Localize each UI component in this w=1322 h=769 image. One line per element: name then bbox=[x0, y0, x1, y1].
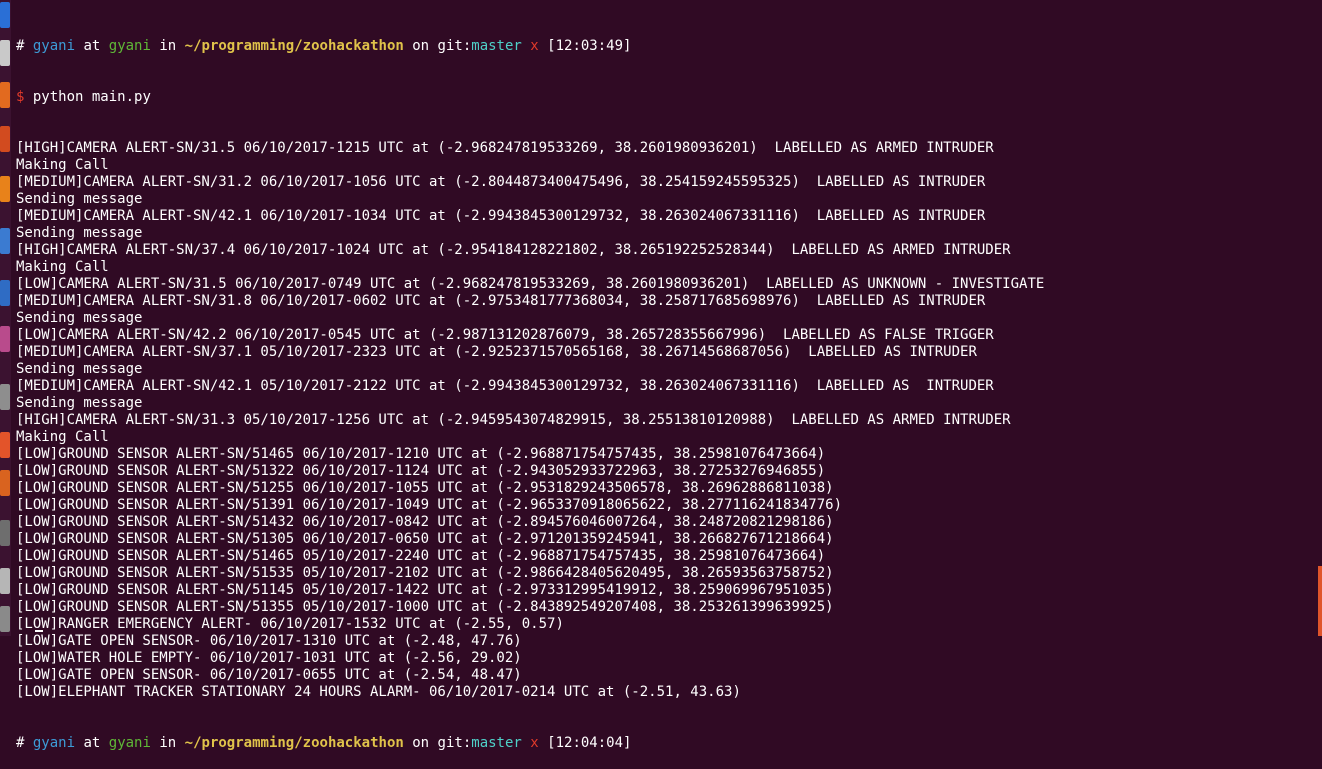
output-line: Sending message bbox=[16, 310, 143, 326]
launcher-app-icon[interactable] bbox=[0, 280, 10, 306]
prompt-time: [12:04:04] bbox=[547, 735, 632, 751]
prompt-user: gyani bbox=[32, 735, 76, 751]
output-line: [LOW]CAMERA ALERT-SN/42.2 06/10/2017-054… bbox=[16, 327, 994, 343]
prompt-time: [12:03:49] bbox=[547, 38, 632, 54]
output-line: [LOW]GROUND SENSOR ALERT-SN/51305 06/10/… bbox=[16, 531, 834, 547]
launcher-app-icon[interactable] bbox=[0, 384, 10, 410]
launcher-app-icon[interactable] bbox=[0, 606, 10, 632]
output-line: [LOW]RANGER EMERGENCY ALERT- 06/10/2017-… bbox=[16, 616, 564, 632]
launcher-app-icon[interactable] bbox=[0, 568, 10, 594]
output-line: [LOW]GROUND SENSOR ALERT-SN/51432 06/10/… bbox=[16, 514, 834, 530]
output-line: [LOW]GATE OPEN SENSOR- 06/10/2017-0655 U… bbox=[16, 667, 522, 683]
prompt-branch: master bbox=[471, 735, 522, 751]
prompt-host: gyani bbox=[108, 735, 151, 751]
launcher-app-icon[interactable] bbox=[0, 520, 10, 546]
output-line: [LOW]GROUND SENSOR ALERT-SN/51465 06/10/… bbox=[16, 446, 826, 462]
prompt-host: gyani bbox=[108, 38, 151, 54]
output-line: [MEDIUM]CAMERA ALERT-SN/31.8 06/10/2017-… bbox=[16, 293, 986, 309]
output-line: [MEDIUM]CAMERA ALERT-SN/42.1 05/10/2017-… bbox=[16, 378, 994, 394]
launcher-app-icon[interactable] bbox=[0, 126, 10, 152]
text-cursor bbox=[35, 630, 43, 632]
launcher-app-icon[interactable] bbox=[0, 40, 10, 66]
prompt-git: git: bbox=[437, 38, 472, 54]
output-line: [HIGH]CAMERA ALERT-SN/31.3 05/10/2017-12… bbox=[16, 412, 1011, 428]
output-line: Sending message bbox=[16, 395, 143, 411]
output-line: [LOW]WATER HOLE EMPTY- 06/10/2017-1031 U… bbox=[16, 650, 522, 666]
prompt-in: in bbox=[159, 38, 177, 54]
output-line: [LOW]GROUND SENSOR ALERT-SN/51322 06/10/… bbox=[16, 463, 826, 479]
output-line: [LOW]GROUND SENSOR ALERT-SN/51535 05/10/… bbox=[16, 565, 834, 581]
shell-prompt-end: # gyani at gyani in ~/programming/zoohac… bbox=[16, 735, 1316, 752]
prompt-dirty-marker: x bbox=[530, 38, 539, 54]
prompt-dirty-marker: x bbox=[530, 735, 539, 751]
prompt-in: in bbox=[159, 735, 177, 751]
prompt-at: at bbox=[83, 38, 101, 54]
launcher-app-icon[interactable] bbox=[0, 2, 10, 28]
command-line: $ python main.py bbox=[16, 89, 1316, 106]
program-output: [HIGH]CAMERA ALERT-SN/31.5 06/10/2017-12… bbox=[16, 140, 1316, 701]
prompt-user: gyani bbox=[32, 38, 76, 54]
output-line: Making Call bbox=[16, 429, 109, 445]
output-line: Making Call bbox=[16, 259, 109, 275]
scrollbar-thumb[interactable] bbox=[1318, 566, 1322, 636]
unity-launcher bbox=[0, 0, 11, 636]
output-line: [LOW]GROUND SENSOR ALERT-SN/51465 05/10/… bbox=[16, 548, 826, 564]
command-text: python main.py bbox=[32, 89, 151, 105]
output-line: Sending message bbox=[16, 225, 143, 241]
prompt-branch: master bbox=[471, 38, 522, 54]
shell-prompt-start: # gyani at gyani in ~/programming/zoohac… bbox=[16, 38, 1316, 55]
launcher-app-icon[interactable] bbox=[0, 470, 10, 496]
output-line: Sending message bbox=[16, 361, 143, 377]
command-dollar: $ bbox=[16, 89, 25, 105]
prompt-at: at bbox=[83, 735, 101, 751]
output-line: [HIGH]CAMERA ALERT-SN/37.4 06/10/2017-10… bbox=[16, 242, 1011, 258]
prompt-path: ~/programming/zoohackathon bbox=[184, 735, 404, 751]
launcher-app-icon[interactable] bbox=[0, 82, 10, 108]
launcher-app-icon[interactable] bbox=[0, 432, 10, 458]
output-line: [MEDIUM]CAMERA ALERT-SN/42.1 06/10/2017-… bbox=[16, 208, 986, 224]
output-line: Sending message bbox=[16, 191, 143, 207]
prompt-hash: # bbox=[16, 38, 25, 54]
output-line: [LOW]GROUND SENSOR ALERT-SN/51145 05/10/… bbox=[16, 582, 834, 598]
prompt-path: ~/programming/zoohackathon bbox=[184, 38, 404, 54]
output-line: [MEDIUM]CAMERA ALERT-SN/31.2 06/10/2017-… bbox=[16, 174, 986, 190]
launcher-app-icon[interactable] bbox=[0, 228, 10, 254]
launcher-app-icon[interactable] bbox=[0, 326, 10, 352]
prompt-on: on bbox=[412, 735, 430, 751]
output-line: [HIGH]CAMERA ALERT-SN/31.5 06/10/2017-12… bbox=[16, 140, 994, 156]
prompt-on: on bbox=[412, 38, 430, 54]
output-line: [LOW]GROUND SENSOR ALERT-SN/51391 06/10/… bbox=[16, 497, 843, 513]
terminal-output[interactable]: # gyani at gyani in ~/programming/zoohac… bbox=[16, 4, 1316, 769]
output-line: [LOW]GROUND SENSOR ALERT-SN/51255 06/10/… bbox=[16, 480, 834, 496]
output-line: [LOW]ELEPHANT TRACKER STATIONARY 24 HOUR… bbox=[16, 684, 741, 700]
prompt-git: git: bbox=[437, 735, 472, 751]
output-line: Making Call bbox=[16, 157, 109, 173]
scrollbar[interactable] bbox=[1318, 0, 1322, 636]
output-line: [MEDIUM]CAMERA ALERT-SN/37.1 05/10/2017-… bbox=[16, 344, 977, 360]
launcher-app-icon[interactable] bbox=[0, 176, 10, 202]
prompt-hash: # bbox=[16, 735, 25, 751]
output-line: [LOW]CAMERA ALERT-SN/31.5 06/10/2017-074… bbox=[16, 276, 1045, 292]
output-line: [LOW]GROUND SENSOR ALERT-SN/51355 05/10/… bbox=[16, 599, 834, 615]
